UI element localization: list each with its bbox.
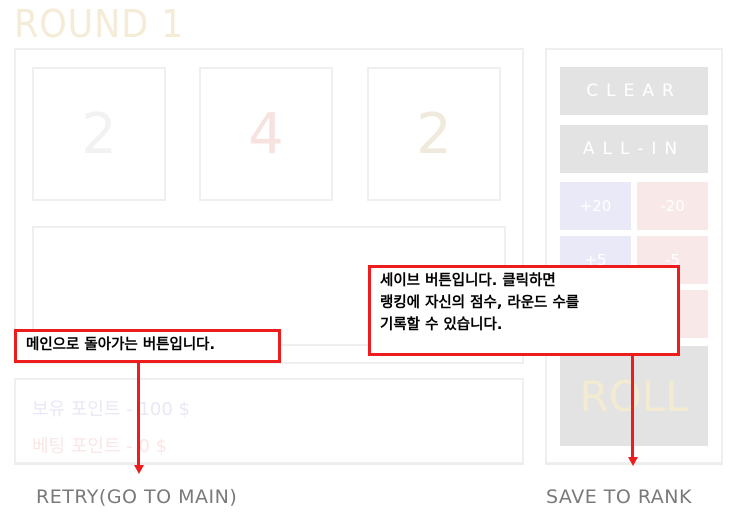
- save-to-rank-button[interactable]: SAVE TO RANK: [546, 486, 692, 508]
- betting-points-label: 베팅 포인트 - 0 $: [32, 436, 168, 457]
- retry-callout: 메인으로 돌아가는 버튼입니다.: [14, 329, 281, 363]
- plus-20-button[interactable]: +20: [560, 182, 631, 230]
- retry-callout-text: 메인으로 돌아가는 버튼입니다.: [26, 337, 216, 353]
- all-in-button[interactable]: ALL-IN: [560, 125, 708, 173]
- retry-button[interactable]: RETRY(GO TO MAIN): [36, 486, 237, 508]
- roll-button[interactable]: ROLL: [560, 346, 708, 446]
- die-3: 2: [367, 67, 501, 201]
- save-callout-line-3: 기록할 수 있습니다.: [380, 317, 503, 333]
- save-callout-line-1: 세이브 버튼입니다. 클릭하면: [380, 273, 556, 289]
- save-callout-line-2: 랭킹에 자신의 점수, 라운드 수를: [380, 295, 580, 311]
- holding-points-label: 보유 포인트 - 100 $: [32, 399, 190, 420]
- save-callout: 세이브 버튼입니다. 클릭하면 랭킹에 자신의 점수, 라운드 수를 기록할 수…: [368, 265, 680, 356]
- retry-arrow-head: [133, 465, 144, 474]
- save-arrow-line: [631, 355, 634, 458]
- round-title: ROUND 1: [14, 2, 185, 46]
- save-arrow-head: [627, 457, 638, 466]
- bottom-divider-left: [14, 463, 524, 465]
- die-1: 2: [32, 67, 166, 201]
- retry-arrow-line: [137, 362, 140, 466]
- clear-button[interactable]: CLEAR: [560, 67, 708, 115]
- die-2: 4: [199, 67, 333, 201]
- minus-20-button[interactable]: -20: [637, 182, 708, 230]
